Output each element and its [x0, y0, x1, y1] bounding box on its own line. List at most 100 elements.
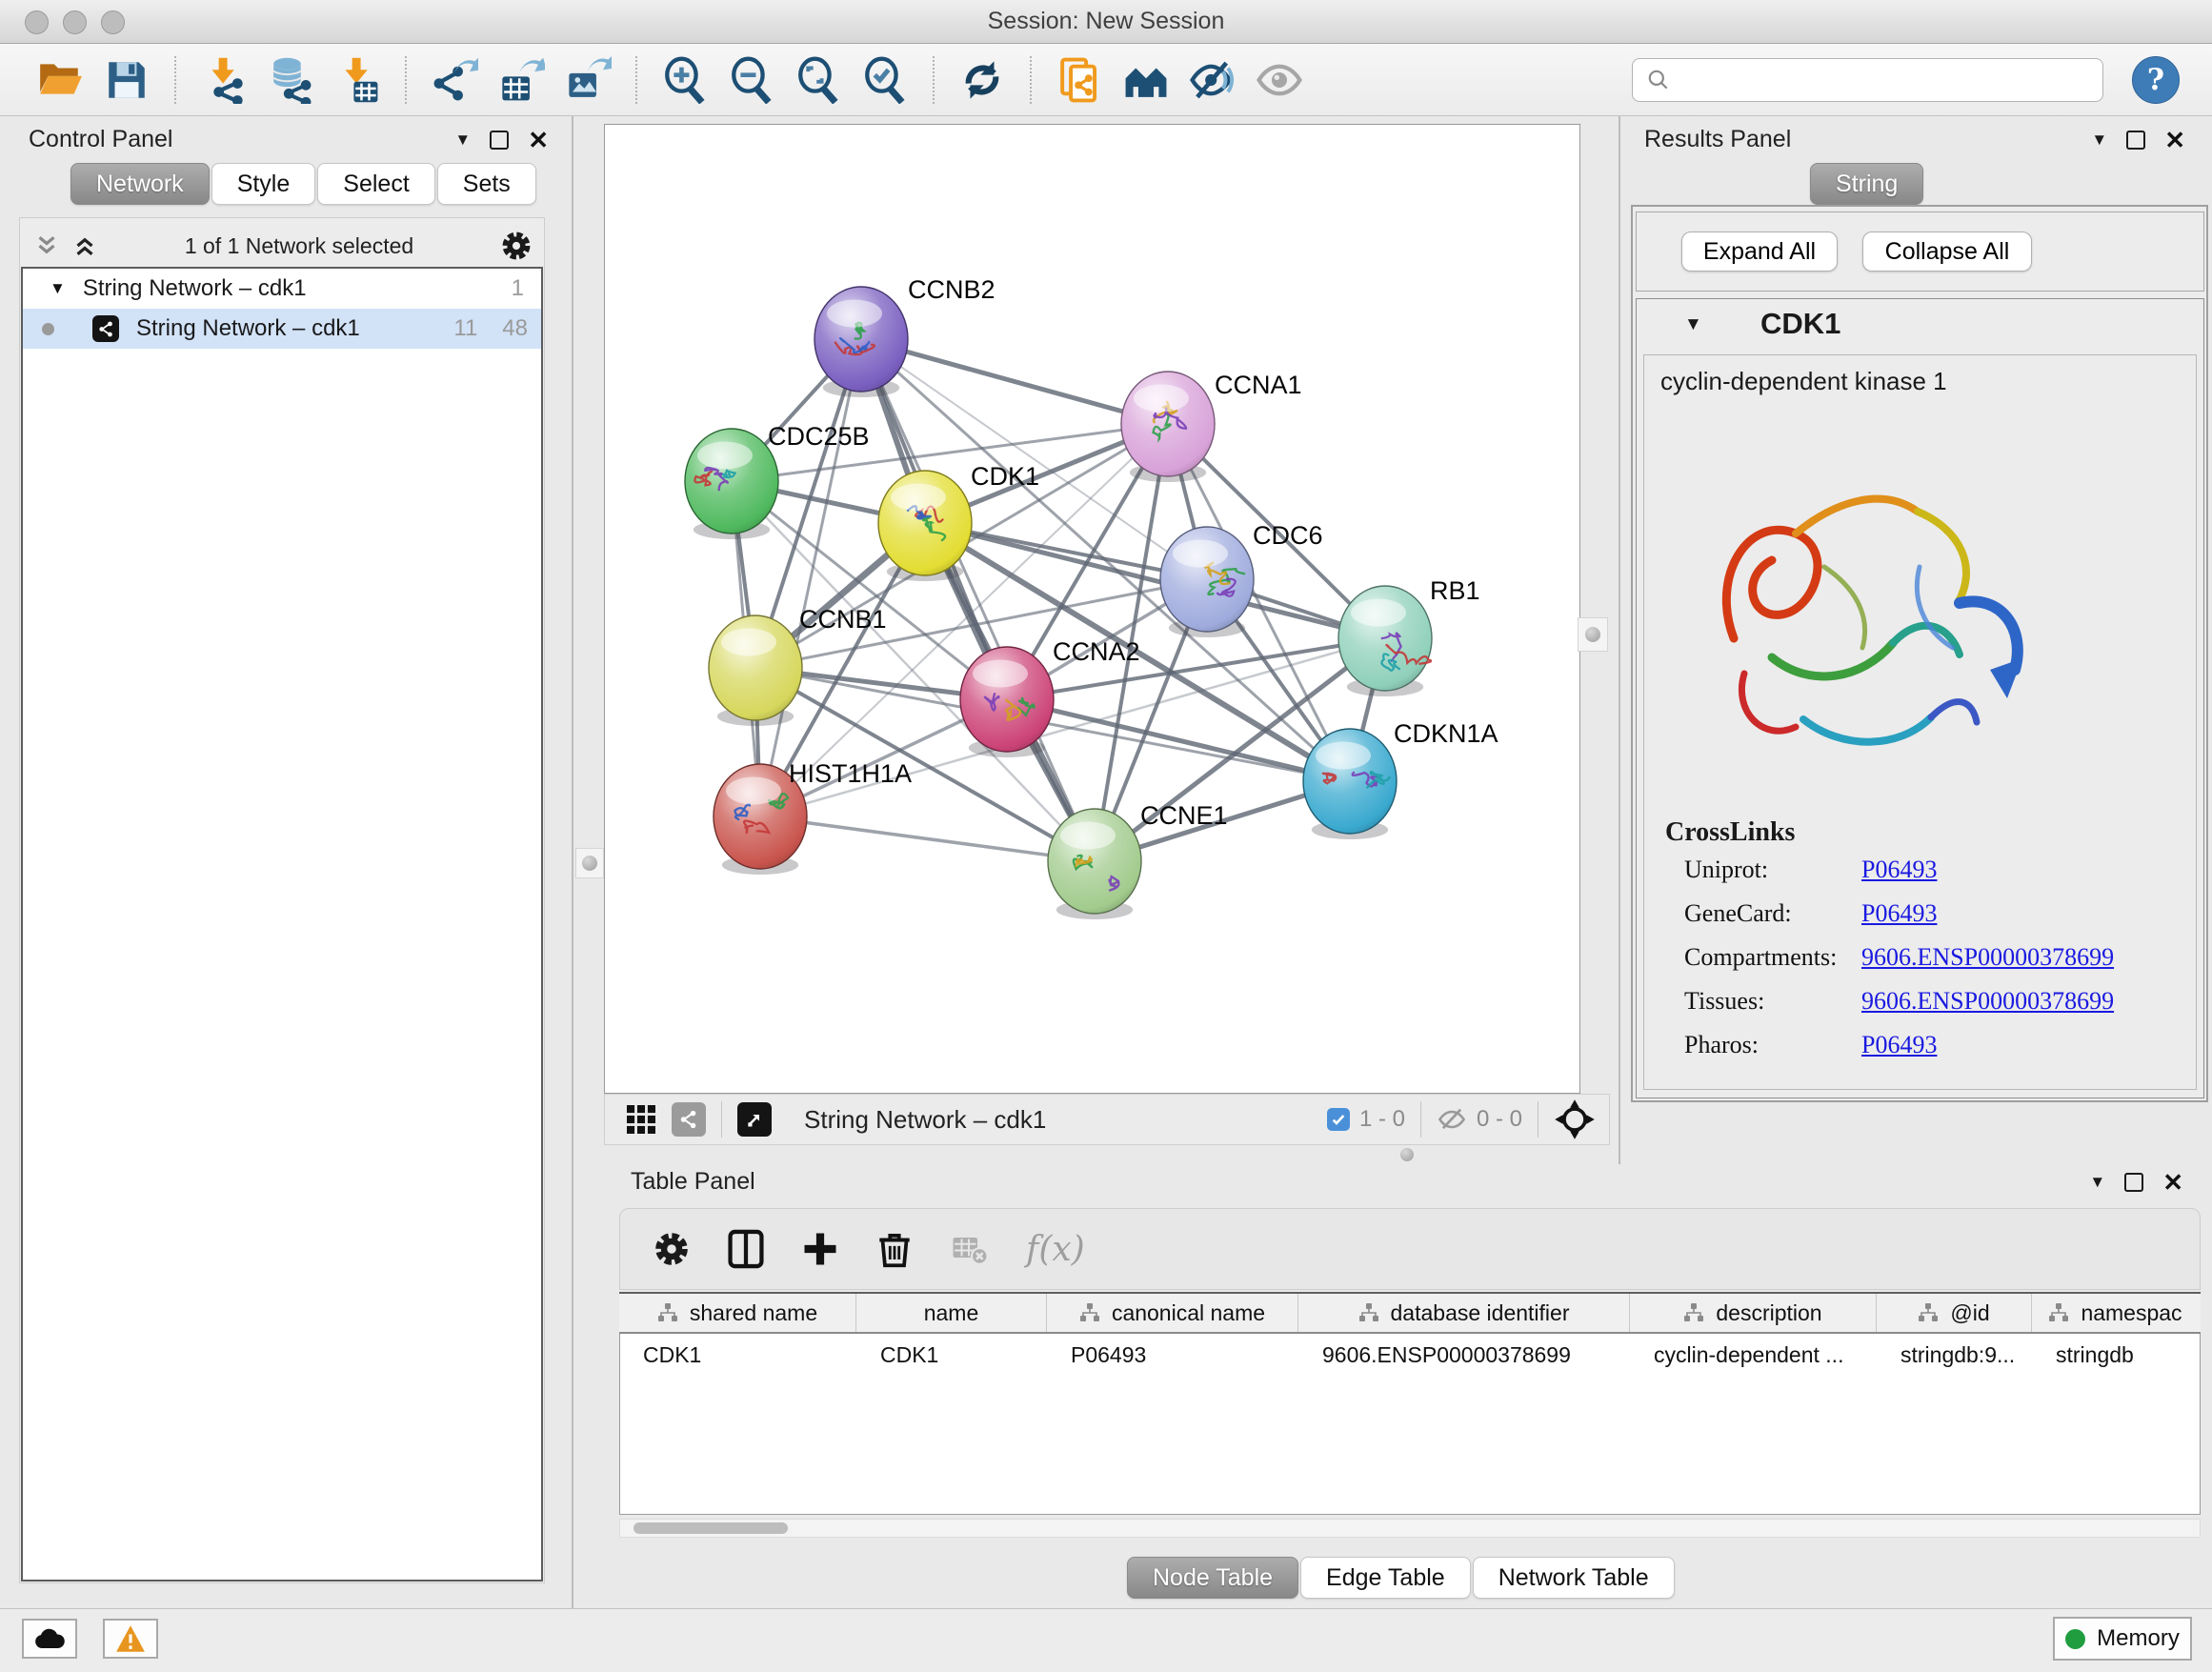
- shared-column-icon: [1079, 1302, 1100, 1323]
- zoom-in-button[interactable]: [656, 51, 714, 109]
- export-image-button[interactable]: [559, 51, 616, 109]
- gene-collapse-icon[interactable]: ▼: [1684, 314, 1702, 335]
- network-node-CCNE1[interactable]: CCNE1: [1048, 801, 1228, 919]
- memory-label: Memory: [2097, 1625, 2180, 1652]
- zoom-fit-button[interactable]: [790, 51, 847, 109]
- network-row[interactable]: String Network – cdk1 11 48: [23, 309, 541, 349]
- network-collection-row[interactable]: ▼ String Network – cdk1 1: [23, 269, 541, 309]
- node-label-CDK1: CDK1: [971, 462, 1039, 491]
- memory-button[interactable]: Memory: [2053, 1617, 2192, 1661]
- crosslink-link[interactable]: P06493: [1861, 856, 1937, 894]
- network-node-RB1[interactable]: RB1: [1338, 576, 1480, 696]
- cloud-button[interactable]: [22, 1619, 77, 1659]
- export-network-button[interactable]: [426, 51, 483, 109]
- apply-layout-button[interactable]: [954, 51, 1011, 109]
- open-session-button[interactable]: [31, 51, 89, 109]
- column-header-name[interactable]: name: [856, 1294, 1047, 1332]
- search-input[interactable]: [1680, 66, 2089, 94]
- zoom-selected-button[interactable]: [856, 51, 914, 109]
- network-node-HIST1H1A[interactable]: HIST1H1A: [714, 759, 912, 875]
- show-columns-button[interactable]: [719, 1222, 773, 1276]
- left-splitter-handle[interactable]: [575, 848, 604, 878]
- tab-style[interactable]: Style: [211, 163, 316, 205]
- grid-view-icon[interactable]: [624, 1102, 658, 1137]
- bar-separator: [721, 1101, 722, 1138]
- maximize-panel-icon[interactable]: [2126, 131, 2145, 150]
- network-node-CCNA2[interactable]: CCNA2: [960, 637, 1140, 757]
- crosslink-link[interactable]: P06493: [1861, 899, 1937, 937]
- column-header-description[interactable]: description: [1630, 1294, 1877, 1332]
- table-header-row: shared namenamecanonical name database id…: [619, 1292, 2201, 1334]
- crosslink-row: Uniprot:P06493: [1684, 856, 2180, 894]
- table-row[interactable]: CDK1CDK1P064939606.ENSP00000378699cyclin…: [620, 1334, 2200, 1374]
- apply-layout-icon: [958, 56, 1006, 104]
- network-node-CDC6[interactable]: CDC6: [1160, 521, 1323, 637]
- column-header-shared-name[interactable]: shared name: [619, 1294, 856, 1332]
- network-canvas[interactable]: CCNB2CCNA1CDC25BCDK1CDC6RB1CCNB1CCNA2CDK…: [604, 124, 1580, 1094]
- float-panel-icon[interactable]: ▼: [454, 131, 471, 150]
- network-node-CDKN1A[interactable]: CDKN1A: [1303, 719, 1498, 839]
- scrollbar-thumb[interactable]: [633, 1522, 788, 1534]
- help-button[interactable]: ?: [2132, 56, 2180, 104]
- selected-checkbox-icon[interactable]: [1327, 1108, 1350, 1131]
- tab-network-table[interactable]: Network Table: [1473, 1557, 1675, 1599]
- crosslink-link[interactable]: P06493: [1861, 1031, 1937, 1069]
- column-header-canonical-name[interactable]: canonical name: [1047, 1294, 1298, 1332]
- tab-network[interactable]: Network: [70, 163, 210, 205]
- column-header-label: database identifier: [1391, 1300, 1570, 1326]
- tab-select[interactable]: Select: [317, 163, 434, 205]
- column-header-database-identifier[interactable]: database identifier: [1298, 1294, 1630, 1332]
- expand-all-button[interactable]: Expand All: [1681, 232, 1838, 272]
- horizontal-scrollbar[interactable]: [619, 1519, 2201, 1538]
- import-network-button[interactable]: [195, 51, 252, 109]
- network-graph[interactable]: CCNB2CCNA1CDC25BCDK1CDC6RB1CCNB1CCNA2CDK…: [605, 125, 1579, 1093]
- collection-expand-icon[interactable]: ▼: [50, 279, 66, 298]
- right-splitter-handle[interactable]: [1578, 617, 1608, 652]
- shared-column-icon: [1918, 1302, 1939, 1323]
- first-neighbors-button[interactable]: [1117, 51, 1175, 109]
- column-header-namespac[interactable]: namespac: [2032, 1294, 2199, 1332]
- duplicate-network-button[interactable]: [1051, 51, 1108, 109]
- save-session-button[interactable]: [98, 51, 155, 109]
- tab-sets[interactable]: Sets: [437, 163, 536, 205]
- birdseye-view-icon[interactable]: [737, 1102, 772, 1137]
- toolbar-separator: [405, 56, 407, 104]
- left-splitter[interactable]: [572, 116, 573, 1608]
- export-network-icon: [431, 56, 478, 104]
- network-list-view-icon[interactable]: [672, 1102, 706, 1137]
- close-panel-icon[interactable]: ✕: [2162, 1175, 2183, 1190]
- maximize-panel-icon[interactable]: [490, 131, 509, 150]
- delete-column-button[interactable]: [868, 1222, 921, 1276]
- tab-node-table[interactable]: Node Table: [1127, 1557, 1298, 1599]
- tab-edge-table[interactable]: Edge Table: [1300, 1557, 1471, 1599]
- maximize-panel-icon[interactable]: [2124, 1173, 2143, 1192]
- collapse-all-button[interactable]: Collapse All: [1862, 232, 2032, 272]
- horizontal-splitter-handle[interactable]: [1393, 1147, 1421, 1162]
- tab-string[interactable]: String: [1810, 163, 1923, 205]
- import-table-button[interactable]: [329, 51, 386, 109]
- network-node-CCNB1[interactable]: CCNB1: [709, 605, 887, 726]
- table-settings-button[interactable]: [645, 1222, 698, 1276]
- warnings-button[interactable]: [103, 1619, 158, 1659]
- right-splitter[interactable]: [1619, 116, 1620, 1164]
- network-node-CDK1[interactable]: CDK1: [878, 462, 1039, 581]
- network-node-CDC25B[interactable]: CDC25B: [685, 422, 870, 539]
- crosslink-link[interactable]: 9606.ENSP00000378699: [1861, 987, 2114, 1025]
- close-panel-icon[interactable]: ✕: [2164, 132, 2185, 148]
- expand-all-icon[interactable]: [70, 232, 99, 260]
- collapse-all-icon[interactable]: [32, 232, 61, 260]
- close-panel-icon[interactable]: ✕: [528, 132, 549, 148]
- export-table-button[interactable]: [493, 51, 550, 109]
- column-header-@id[interactable]: @id: [1877, 1294, 2032, 1332]
- import-network-from-database-button[interactable]: [262, 51, 319, 109]
- create-column-button[interactable]: [794, 1222, 847, 1276]
- zoom-out-button[interactable]: [723, 51, 780, 109]
- crosshair-icon[interactable]: [1554, 1098, 1596, 1140]
- hide-selected-button[interactable]: [1184, 51, 1241, 109]
- import-network-icon: [200, 56, 248, 104]
- column-header-label: namespac: [2081, 1300, 2182, 1326]
- float-panel-icon[interactable]: ▼: [2091, 131, 2107, 150]
- gear-icon[interactable]: [499, 229, 533, 263]
- crosslink-link[interactable]: 9606.ENSP00000378699: [1861, 943, 2114, 981]
- float-panel-icon[interactable]: ▼: [2089, 1173, 2105, 1192]
